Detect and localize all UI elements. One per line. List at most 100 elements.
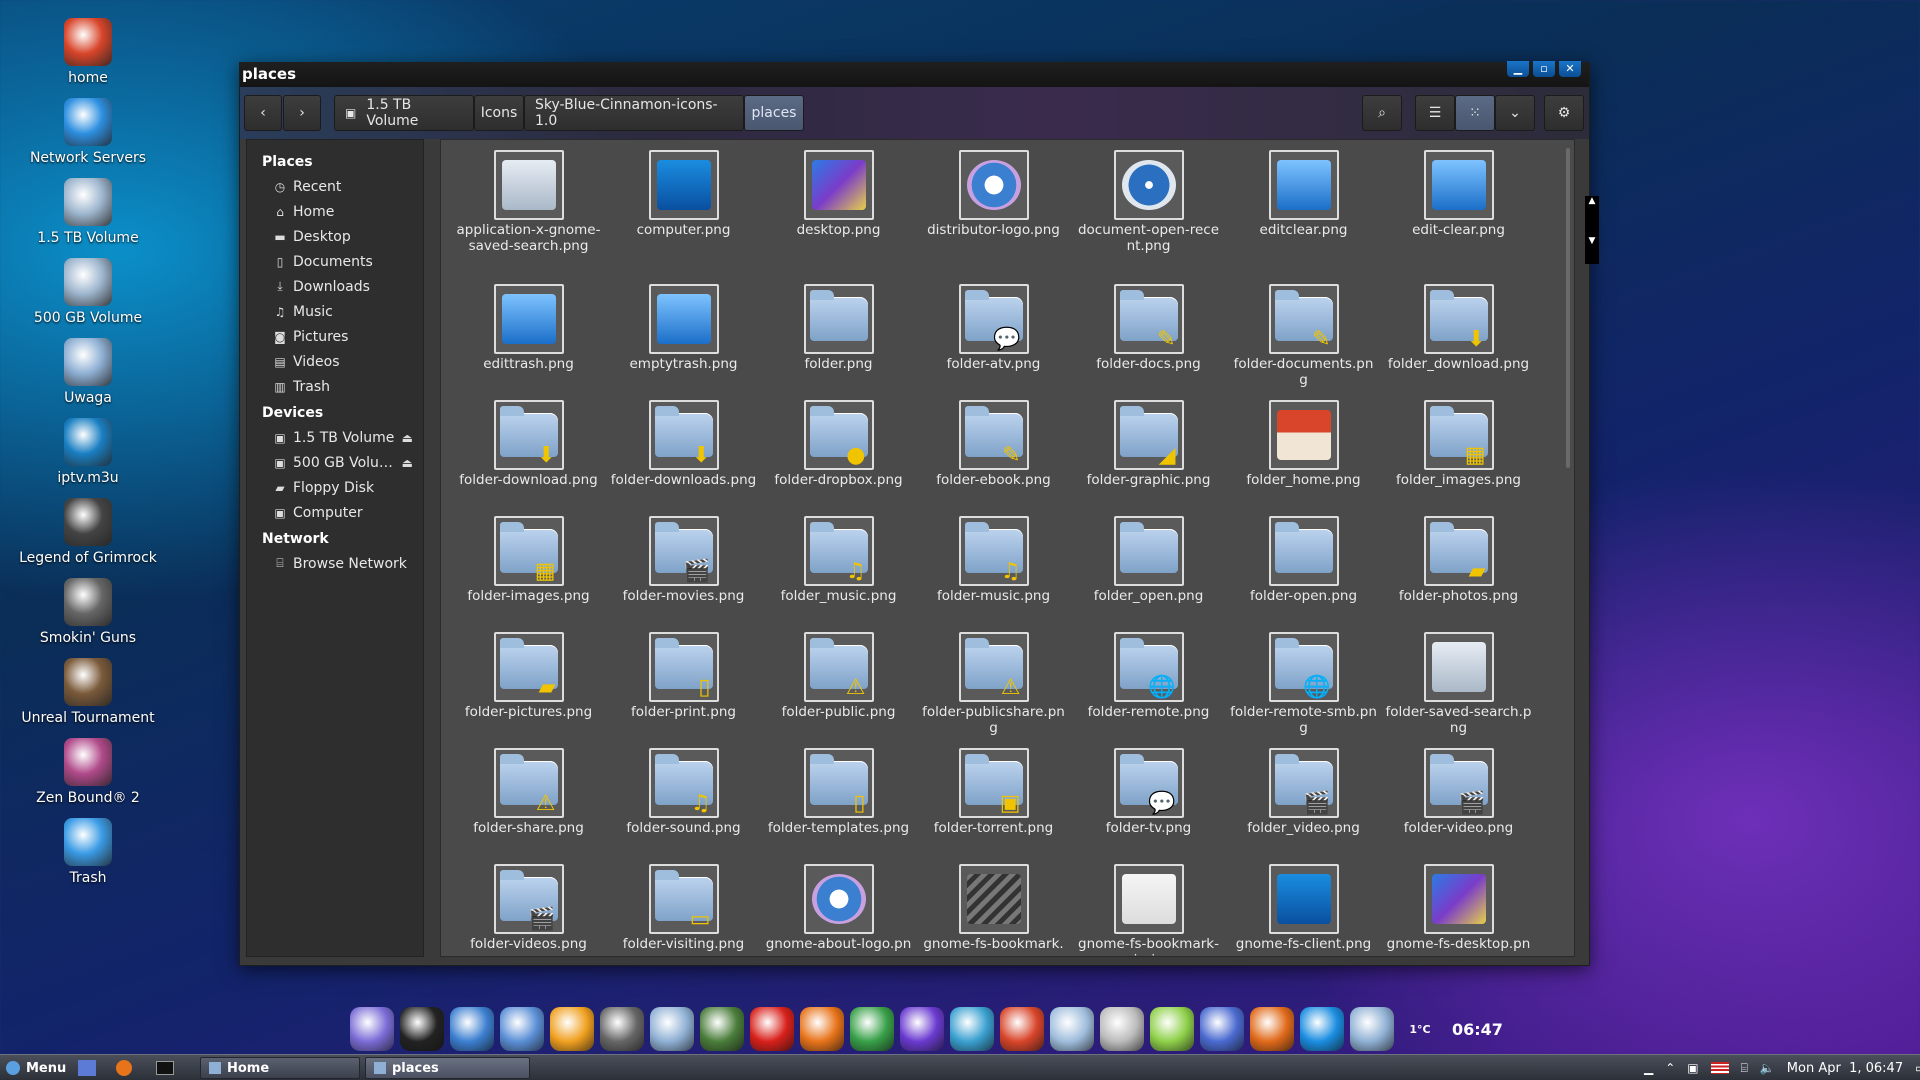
sidebar-item-places[interactable]: ◷ Recent (247, 174, 423, 199)
breadcrumb-4[interactable]: places (744, 95, 804, 131)
scroll-handle[interactable]: ▲ ▼ (1585, 196, 1599, 264)
file-item[interactable]: ⬇ folder_download.png (1381, 284, 1536, 400)
file-item[interactable]: desktop.png (761, 150, 916, 284)
sidebar-item-devices[interactable]: ▣ 500 GB Volu… ⏏ (247, 450, 423, 475)
file-item[interactable]: editclear.png (1226, 150, 1381, 284)
file-item[interactable]: gnome-fs-desktop.png (1381, 864, 1536, 956)
file-item[interactable]: folder.png (761, 284, 916, 400)
file-item[interactable]: 🌐 folder-remote-smb.png (1226, 632, 1381, 748)
sidebar-item-places[interactable]: ▯ Documents (247, 249, 423, 274)
file-item[interactable]: computer.png (606, 150, 761, 284)
sidebar-item-devices[interactable]: ▰ Floppy Disk (247, 475, 423, 500)
sidebar-item-places[interactable]: ▥ Trash (247, 374, 423, 399)
docs-icon[interactable] (1050, 1007, 1094, 1051)
search-icon[interactable] (1100, 1007, 1144, 1051)
desktop-icon-item[interactable]: home (10, 18, 166, 86)
desktop-icon[interactable] (1200, 1007, 1244, 1051)
accessibility-icon[interactable] (1300, 1007, 1344, 1051)
task-places[interactable]: places (365, 1057, 530, 1079)
sidebar-item-places[interactable]: ▤ Videos (247, 349, 423, 374)
file-item[interactable]: 💬 folder-tv.png (1071, 748, 1226, 864)
weather-widget[interactable]: 1°C (1400, 1023, 1440, 1036)
firefox-icon[interactable] (800, 1007, 844, 1051)
close-button[interactable]: ✕ (1559, 61, 1581, 77)
opera-icon[interactable] (750, 1007, 794, 1051)
gimp-icon[interactable] (600, 1007, 644, 1051)
file-item[interactable]: application-x-gnome-saved-search.png (451, 150, 606, 284)
file-item[interactable]: emptytrash.png (606, 284, 761, 400)
sidebar-item-network[interactable]: ⌸ Browse Network (247, 551, 423, 576)
desktop-icon-item[interactable]: 500 GB Volume (10, 258, 166, 326)
sidebar-item-devices[interactable]: ▣ 1.5 TB Volume ⏏ (247, 425, 423, 450)
forward-button[interactable]: › (283, 95, 321, 131)
download-icon[interactable] (1150, 1007, 1194, 1051)
sidebar-item-places[interactable]: ⤓ Downloads (247, 274, 423, 299)
file-item[interactable]: gnome-about-logo.png (761, 864, 916, 956)
eject-icon[interactable]: ⏏ (402, 431, 413, 445)
maximize-button[interactable]: ▫ (1533, 61, 1555, 77)
file-item[interactable]: folder_home.png (1226, 400, 1381, 516)
file-item[interactable]: 🎬 folder-video.png (1381, 748, 1536, 864)
file-item[interactable]: ▦ folder-images.png (451, 516, 606, 632)
file-item[interactable]: ▯ folder-print.png (606, 632, 761, 748)
file-item[interactable]: gnome-fs-bookmark.png (916, 864, 1071, 956)
tools-icon[interactable] (950, 1007, 994, 1051)
launcher-firefox[interactable] (110, 1058, 138, 1078)
file-item[interactable]: 💬 folder-atv.png (916, 284, 1071, 400)
desktop-icon-item[interactable]: Smokin' Guns (10, 578, 166, 646)
photos-icon[interactable] (500, 1007, 544, 1051)
file-item[interactable]: ⚠ folder-share.png (451, 748, 606, 864)
grid-view-button[interactable]: ⁙ (1455, 95, 1495, 131)
file-item[interactable]: ▭ folder-visiting.png (606, 864, 761, 956)
files-icon[interactable] (650, 1007, 694, 1051)
file-item[interactable]: ✎ folder-ebook.png (916, 400, 1071, 516)
desktop-icon-item[interactable]: Unreal Tournament (10, 658, 166, 726)
file-item[interactable]: 🎬 folder-movies.png (606, 516, 761, 632)
eject-icon[interactable]: ⏏ (402, 456, 413, 470)
folder-icon[interactable] (1350, 1007, 1394, 1051)
sidebar-item-places[interactable]: ♫ Music (247, 299, 423, 324)
settings-icon[interactable] (550, 1007, 594, 1051)
show-desktop-icon[interactable]: ▭ (1915, 1061, 1920, 1075)
sidebar-item-places[interactable]: ◙ Pictures (247, 324, 423, 349)
chevron-up-icon[interactable]: ⌃ (1665, 1061, 1675, 1075)
panel-datetime[interactable]: Mon Apr 1, 06:47 (1787, 1061, 1903, 1076)
network-icon[interactable] (450, 1007, 494, 1051)
sidebar-item-places[interactable]: ▬ Desktop (247, 224, 423, 249)
file-item[interactable]: ⬇ folder-download.png (451, 400, 606, 516)
file-item[interactable]: ✎ folder-docs.png (1071, 284, 1226, 400)
emacs-icon[interactable] (900, 1007, 944, 1051)
minimize-button[interactable]: ▁ (1507, 61, 1529, 77)
file-item[interactable]: ♫ folder_music.png (761, 516, 916, 632)
list-view-button[interactable]: ☰ (1415, 95, 1455, 131)
desktop-icon-item[interactable]: iptv.m3u (10, 418, 166, 486)
distributor-logo-icon[interactable] (350, 1007, 394, 1051)
desktop-icon-item[interactable]: Trash (10, 818, 166, 886)
desktop-icon-item[interactable]: Legend of Grimrock (10, 498, 166, 566)
launcher-terminal[interactable] (150, 1058, 180, 1078)
dock-clock[interactable]: 06:47 (1452, 1020, 1503, 1039)
desktop-icon-item[interactable]: Network Servers (10, 98, 166, 166)
breadcrumb-1[interactable]: ▣ 1.5 TB Volume (334, 95, 474, 131)
file-item[interactable]: ♫ folder-sound.png (606, 748, 761, 864)
launcher-desktop[interactable] (72, 1058, 102, 1078)
file-item[interactable]: document-open-recent.png (1071, 150, 1226, 284)
settings-button[interactable]: ⚙ (1544, 95, 1584, 131)
file-item[interactable]: ▰ folder-pictures.png (451, 632, 606, 748)
file-item[interactable]: gnome-fs-bookmark-missing. (1071, 864, 1226, 956)
file-item[interactable]: 🌐 folder-remote.png (1071, 632, 1226, 748)
file-item[interactable]: ● folder-dropbox.png (761, 400, 916, 516)
network-icon[interactable]: ⌸ (1741, 1061, 1748, 1076)
window-list-icon[interactable]: ▁ (1644, 1061, 1653, 1075)
file-item[interactable]: distributor-logo.png (916, 150, 1071, 284)
home-icon[interactable] (1000, 1007, 1044, 1051)
file-item[interactable]: 🎬 folder_video.png (1226, 748, 1381, 864)
back-button[interactable]: ‹ (244, 95, 282, 131)
file-item[interactable]: ▯ folder-templates.png (761, 748, 916, 864)
file-item[interactable]: 🎬 folder-videos.png (451, 864, 606, 956)
breadcrumb-2[interactable]: Icons (474, 95, 524, 131)
file-item[interactable]: ⚠ folder-publicshare.png (916, 632, 1071, 748)
file-item[interactable]: edit-clear.png (1381, 150, 1536, 284)
desktop-icon-item[interactable]: 1.5 TB Volume (10, 178, 166, 246)
terminal-icon[interactable] (400, 1007, 444, 1051)
